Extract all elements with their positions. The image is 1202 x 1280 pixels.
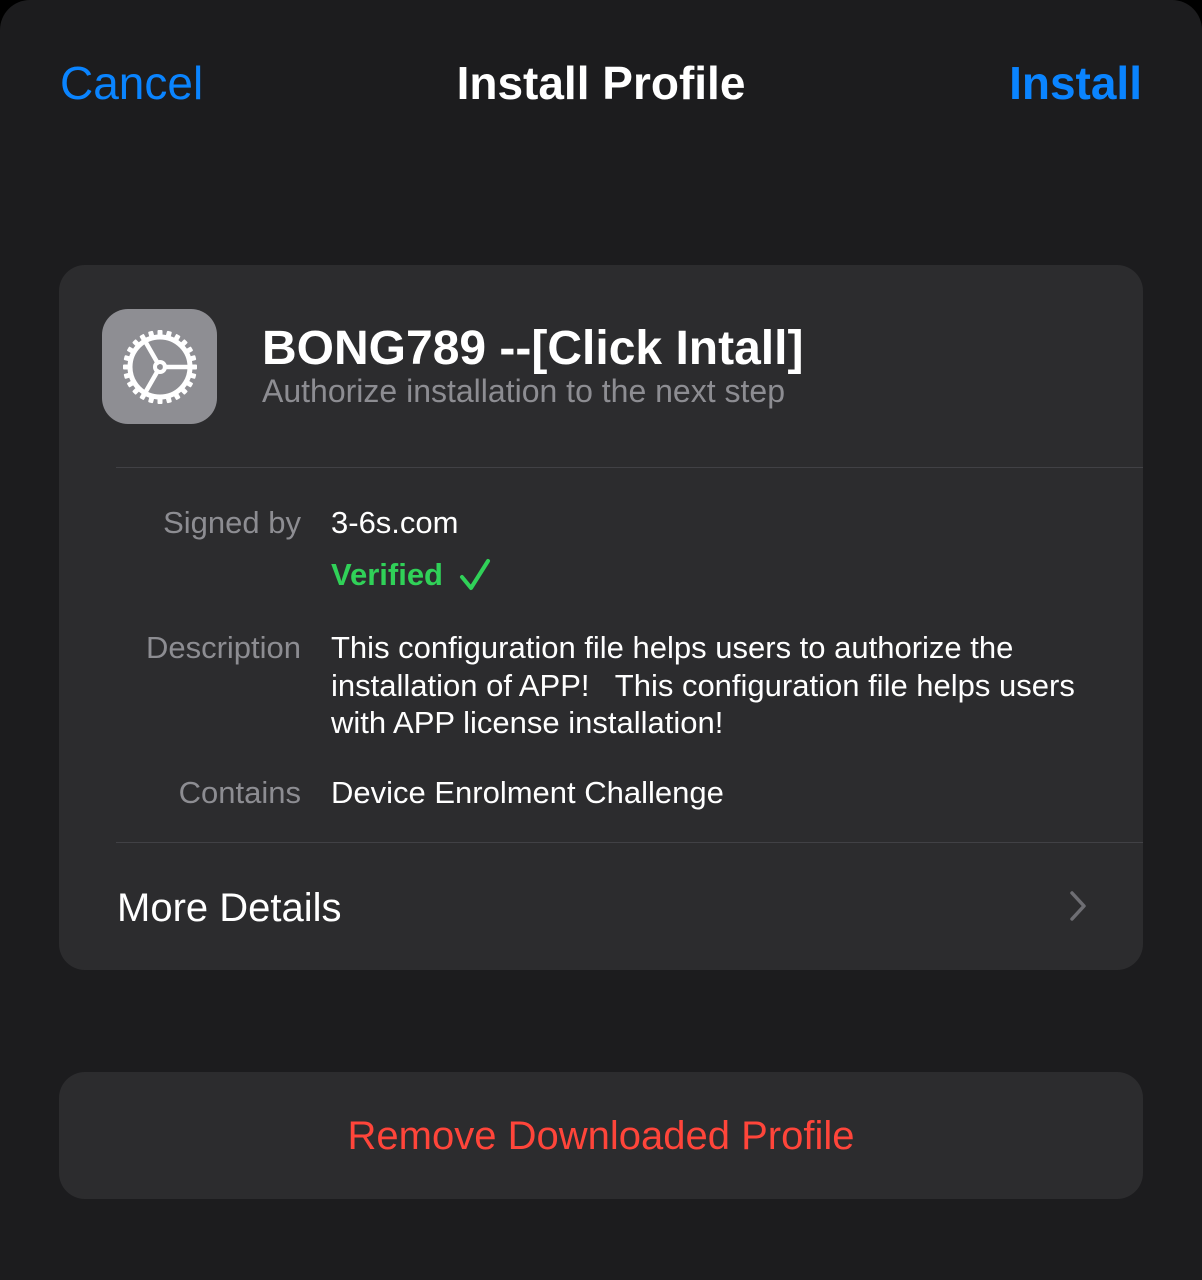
more-details-row[interactable]: More Details [59, 843, 1143, 970]
cancel-button[interactable]: Cancel [60, 55, 203, 111]
verified-label: Verified [331, 557, 443, 592]
verified-status: Verified [331, 553, 491, 597]
settings-gear-icon [102, 309, 217, 424]
description-label: Description [145, 630, 301, 665]
install-button[interactable]: Install [1009, 55, 1142, 111]
profile-subtitle: Authorize installation to the next step [262, 373, 785, 409]
contains-value: Device Enrolment Challenge [331, 775, 724, 810]
profile-card: BONG789 --[Click Intall] Authorize insta… [59, 265, 1143, 970]
remove-downloaded-profile-label: Remove Downloaded Profile [347, 1113, 855, 1158]
divider [116, 467, 1143, 468]
install-profile-sheet: Cancel Install Profile Install BONG789 -… [0, 0, 1202, 1280]
signed-by-label: Signed by [163, 505, 301, 540]
remove-downloaded-profile-button[interactable]: Remove Downloaded Profile [59, 1072, 1143, 1199]
checkmark-icon [459, 558, 491, 592]
more-details-label: More Details [117, 886, 342, 930]
profile-name: BONG789 --[Click Intall] [262, 322, 804, 375]
description-value: This configuration file helps users to a… [331, 630, 1084, 740]
contains-label: Contains [178, 775, 301, 810]
chevron-right-icon [1069, 891, 1087, 921]
signed-by-value: 3-6s.com [331, 505, 459, 540]
